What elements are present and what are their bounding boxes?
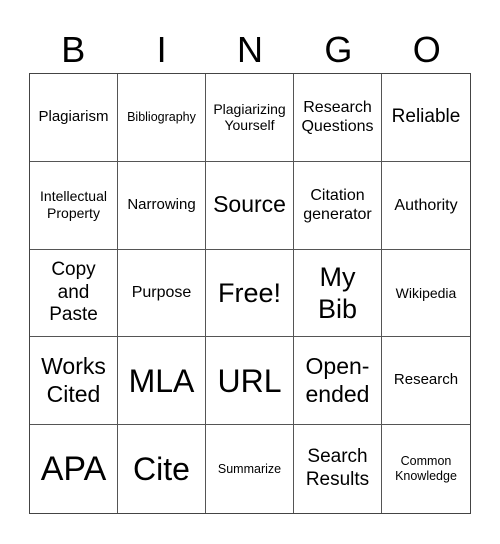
bingo-cell[interactable]: Cite xyxy=(118,425,206,513)
cell-label: Narrowing xyxy=(127,195,196,213)
cell-label: MLA xyxy=(128,362,195,399)
bingo-cell[interactable]: Authority xyxy=(382,162,470,250)
bingo-grid: Plagiarism Bibliography Plagiarizing You… xyxy=(29,73,471,514)
cell-label: Plagiarizing Yourself xyxy=(213,100,286,134)
bingo-cell[interactable]: MLA xyxy=(118,337,206,426)
cell-label: Citation generator xyxy=(303,187,372,224)
bingo-cell[interactable]: Open-ended xyxy=(294,337,382,426)
cell-label: Plagiarism xyxy=(38,108,109,126)
cell-label: Bibliography xyxy=(127,109,196,124)
cell-label: URL xyxy=(217,362,282,399)
cell-label: Source xyxy=(213,191,286,218)
cell-label: Works Cited xyxy=(41,353,106,407)
cell-label: Wikipedia xyxy=(395,284,457,301)
header-letter-i: I xyxy=(156,29,167,70)
bingo-cell[interactable]: Narrowing xyxy=(118,161,206,250)
cell-label: Summarize xyxy=(217,461,282,476)
cell-label: Intellectual Property xyxy=(40,188,107,222)
bingo-header: B I N G O xyxy=(29,28,471,72)
bingo-cell[interactable]: Summarize xyxy=(206,425,294,513)
cell-label: Search Results xyxy=(305,446,370,491)
cell-label: Research Questions xyxy=(301,99,374,136)
bingo-cell[interactable]: Research xyxy=(382,337,470,426)
cell-label: Free! xyxy=(217,277,282,308)
bingo-cell[interactable]: Plagiarism xyxy=(30,74,118,162)
bingo-cell[interactable]: Bibliography xyxy=(118,74,206,162)
cell-label: Purpose xyxy=(131,284,192,302)
cell-label: APA xyxy=(40,449,107,488)
bingo-cell[interactable]: URL xyxy=(206,337,294,426)
bingo-cell[interactable]: Purpose xyxy=(118,249,206,338)
bingo-cell[interactable]: Research Questions xyxy=(294,74,382,162)
bingo-cell[interactable]: Reliable xyxy=(382,74,470,162)
cell-label: Common Knowledge xyxy=(395,454,457,484)
header-letter-b: B xyxy=(61,29,86,70)
bingo-cell[interactable]: Citation generator xyxy=(294,161,382,250)
bingo-cell[interactable]: APA xyxy=(30,425,118,513)
cell-label: Authority xyxy=(394,196,458,214)
bingo-cell[interactable]: My Bib xyxy=(294,249,382,338)
cell-label: Research xyxy=(393,371,459,389)
cell-label: Reliable xyxy=(391,106,461,127)
cell-label: Copy and Paste xyxy=(49,258,98,326)
bingo-cell[interactable]: Search Results xyxy=(294,425,382,513)
header-letter-o: O xyxy=(412,29,441,70)
bingo-cell[interactable]: Source xyxy=(206,161,294,250)
bingo-cell[interactable]: Wikipedia xyxy=(382,250,470,338)
bingo-cell[interactable]: Copy and Paste xyxy=(30,249,118,338)
bingo-cell[interactable]: Plagiarizing Yourself xyxy=(206,74,294,162)
cell-label: My Bib xyxy=(317,261,358,324)
bingo-cell[interactable]: Intellectual Property xyxy=(30,161,118,250)
cell-label: Open-ended xyxy=(305,353,370,407)
header-letter-n: N xyxy=(236,29,263,70)
bingo-cell[interactable]: Free! xyxy=(206,249,294,338)
bingo-cell[interactable]: Common Knowledge xyxy=(382,425,470,513)
bingo-cell[interactable]: Works Cited xyxy=(30,337,118,426)
header-letter-g: G xyxy=(324,29,353,70)
cell-label: Cite xyxy=(133,450,190,487)
